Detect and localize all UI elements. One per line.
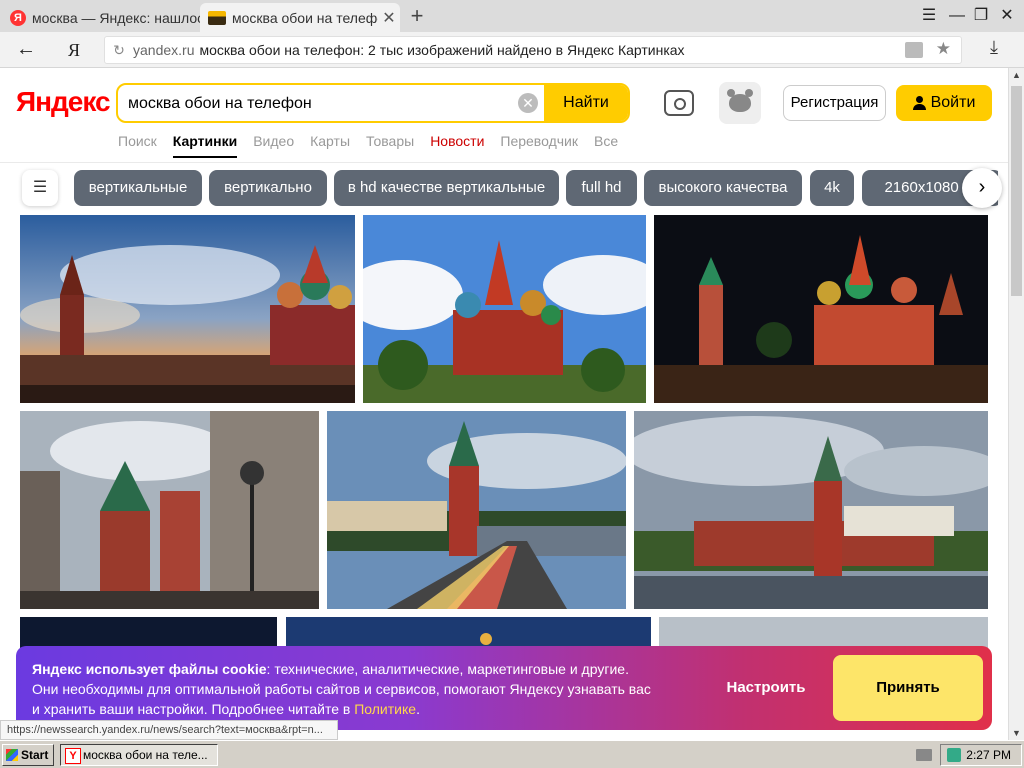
browser-tabstrip: Я москва — Яндекс: нашлось москва обои н… bbox=[0, 0, 1024, 32]
service-goods[interactable]: Товары bbox=[366, 133, 414, 149]
start-button[interactable]: Start bbox=[2, 744, 54, 766]
yandex-favicon-icon: Я bbox=[10, 9, 26, 26]
restore-icon[interactable]: ❐ bbox=[968, 4, 994, 28]
result-thumbnail bbox=[20, 215, 355, 403]
result-thumbnail bbox=[634, 411, 988, 609]
image-result[interactable] bbox=[363, 215, 646, 403]
service-images[interactable]: Картинки bbox=[172, 133, 238, 158]
menu-icon[interactable]: ☰ bbox=[916, 4, 942, 28]
image-result[interactable] bbox=[20, 215, 355, 403]
alice-bear-icon[interactable] bbox=[719, 82, 761, 124]
downloads-icon[interactable]: ⤓ bbox=[990, 37, 998, 58]
logo-text: Яндекс bbox=[16, 86, 111, 117]
camera-search-icon[interactable] bbox=[664, 90, 694, 116]
result-thumbnail bbox=[20, 411, 319, 609]
browser-tab-1[interactable]: Я москва — Яндекс: нашлось bbox=[2, 3, 200, 32]
image-result[interactable] bbox=[327, 411, 626, 609]
cookie-text-4: . bbox=[416, 701, 420, 717]
address-bar[interactable]: ↻ yandex.ru москва обои на телефон: 2 ты… bbox=[104, 36, 962, 64]
cookie-title: Яндекс использует файлы cookie bbox=[32, 661, 267, 677]
chip[interactable]: 4k bbox=[810, 170, 854, 206]
result-thumbnail bbox=[327, 411, 626, 609]
service-maps[interactable]: Карты bbox=[310, 133, 350, 149]
header-divider bbox=[0, 162, 1008, 163]
scroll-down-icon[interactable]: ▼ bbox=[1012, 728, 1021, 738]
protect-icon[interactable] bbox=[905, 42, 923, 58]
service-video[interactable]: Видео bbox=[253, 133, 294, 149]
os-taskbar: Start москва обои на теле... 2:27 PM bbox=[0, 740, 1024, 768]
search-button[interactable]: Найти bbox=[544, 85, 628, 121]
cookie-text: Яндекс использует файлы cookie: техничес… bbox=[32, 659, 722, 719]
image-result[interactable] bbox=[654, 215, 988, 403]
cookie-text-3: и хранить ваши настройки. Подробнее чита… bbox=[32, 701, 355, 717]
result-thumbnail bbox=[654, 215, 988, 403]
chip[interactable]: высокого качества bbox=[644, 170, 802, 206]
yandex-browser-icon[interactable]: Я bbox=[68, 40, 80, 61]
services-nav: Поиск Картинки Видео Карты Товары Новост… bbox=[118, 133, 618, 158]
browser-toolbar: ← Я ↻ yandex.ru москва обои на телефон: … bbox=[0, 32, 1024, 68]
login-button[interactable]: Войти bbox=[896, 85, 992, 121]
tab-title: москва — Яндекс: нашлось bbox=[32, 9, 200, 26]
chip[interactable]: вертикальные bbox=[74, 170, 202, 206]
image-favicon-icon bbox=[208, 10, 226, 25]
tab-title: москва обои на телефон bbox=[232, 9, 378, 26]
cookie-banner: Яндекс использует файлы cookie: техничес… bbox=[16, 646, 992, 730]
service-search[interactable]: Поиск bbox=[118, 133, 157, 149]
browser-tab-2[interactable]: москва обои на телефон ✕ bbox=[200, 3, 400, 32]
close-tab-icon[interactable]: ✕ bbox=[378, 8, 400, 28]
yandex-logo[interactable]: Яндекс bbox=[16, 86, 111, 118]
image-result[interactable] bbox=[20, 411, 319, 609]
scroll-thumb[interactable] bbox=[1011, 86, 1022, 296]
service-translate[interactable]: Переводчик bbox=[500, 133, 578, 149]
clock: 2:27 PM bbox=[966, 748, 1011, 762]
taskbar-item-browser[interactable]: москва обои на теле... bbox=[60, 744, 218, 766]
minimize-icon[interactable]: — bbox=[944, 4, 970, 28]
result-thumbnail bbox=[363, 215, 646, 403]
back-arrow-icon[interactable]: ← bbox=[16, 38, 36, 61]
cookie-text-1: : технические, аналитические, маркетинго… bbox=[266, 661, 629, 677]
cookie-text-2: Они необходимы для оптимальной работы са… bbox=[32, 681, 651, 697]
close-window-icon[interactable]: ✕ bbox=[994, 4, 1020, 28]
cookie-setup-button[interactable]: Настроить bbox=[706, 666, 826, 710]
service-news[interactable]: Новости bbox=[430, 133, 484, 149]
system-tray: 2:27 PM bbox=[940, 744, 1022, 766]
search-input[interactable] bbox=[128, 93, 518, 115]
network-icon[interactable] bbox=[947, 748, 961, 762]
image-result[interactable] bbox=[634, 411, 988, 609]
address-host: yandex.ru bbox=[133, 42, 195, 58]
bookmark-star-icon[interactable]: ★ bbox=[936, 39, 951, 59]
chip[interactable]: full hd bbox=[566, 170, 637, 206]
clear-search-icon[interactable]: ✕ bbox=[518, 93, 538, 113]
login-label: Войти bbox=[930, 94, 976, 111]
search-box: ✕ Найти bbox=[116, 83, 630, 123]
reload-icon[interactable]: ↻ bbox=[105, 42, 133, 59]
user-icon bbox=[912, 96, 926, 110]
service-all[interactable]: Все bbox=[594, 133, 618, 149]
filters-icon[interactable]: ☰ bbox=[22, 170, 58, 206]
cookie-accept-button[interactable]: Принять bbox=[833, 655, 983, 721]
vertical-scrollbar[interactable]: ▲ ▼ bbox=[1008, 68, 1024, 740]
suggest-chips: вертикальные вертикально в hd качестве в… bbox=[74, 170, 998, 206]
address-title: москва обои на телефон: 2 тыс изображени… bbox=[199, 42, 685, 58]
chip[interactable]: вертикально bbox=[209, 170, 327, 206]
chip[interactable]: в hd качестве вертикальные bbox=[334, 170, 559, 206]
new-tab-icon[interactable]: + bbox=[404, 4, 430, 28]
policy-link[interactable]: Политике bbox=[354, 701, 416, 717]
chevron-right-icon[interactable]: › bbox=[962, 168, 1002, 208]
keyboard-icon[interactable] bbox=[916, 749, 932, 761]
scroll-up-icon[interactable]: ▲ bbox=[1012, 70, 1021, 80]
register-button[interactable]: Регистрация bbox=[783, 85, 886, 121]
status-url: https://newssearch.yandex.ru/news/search… bbox=[0, 720, 338, 740]
